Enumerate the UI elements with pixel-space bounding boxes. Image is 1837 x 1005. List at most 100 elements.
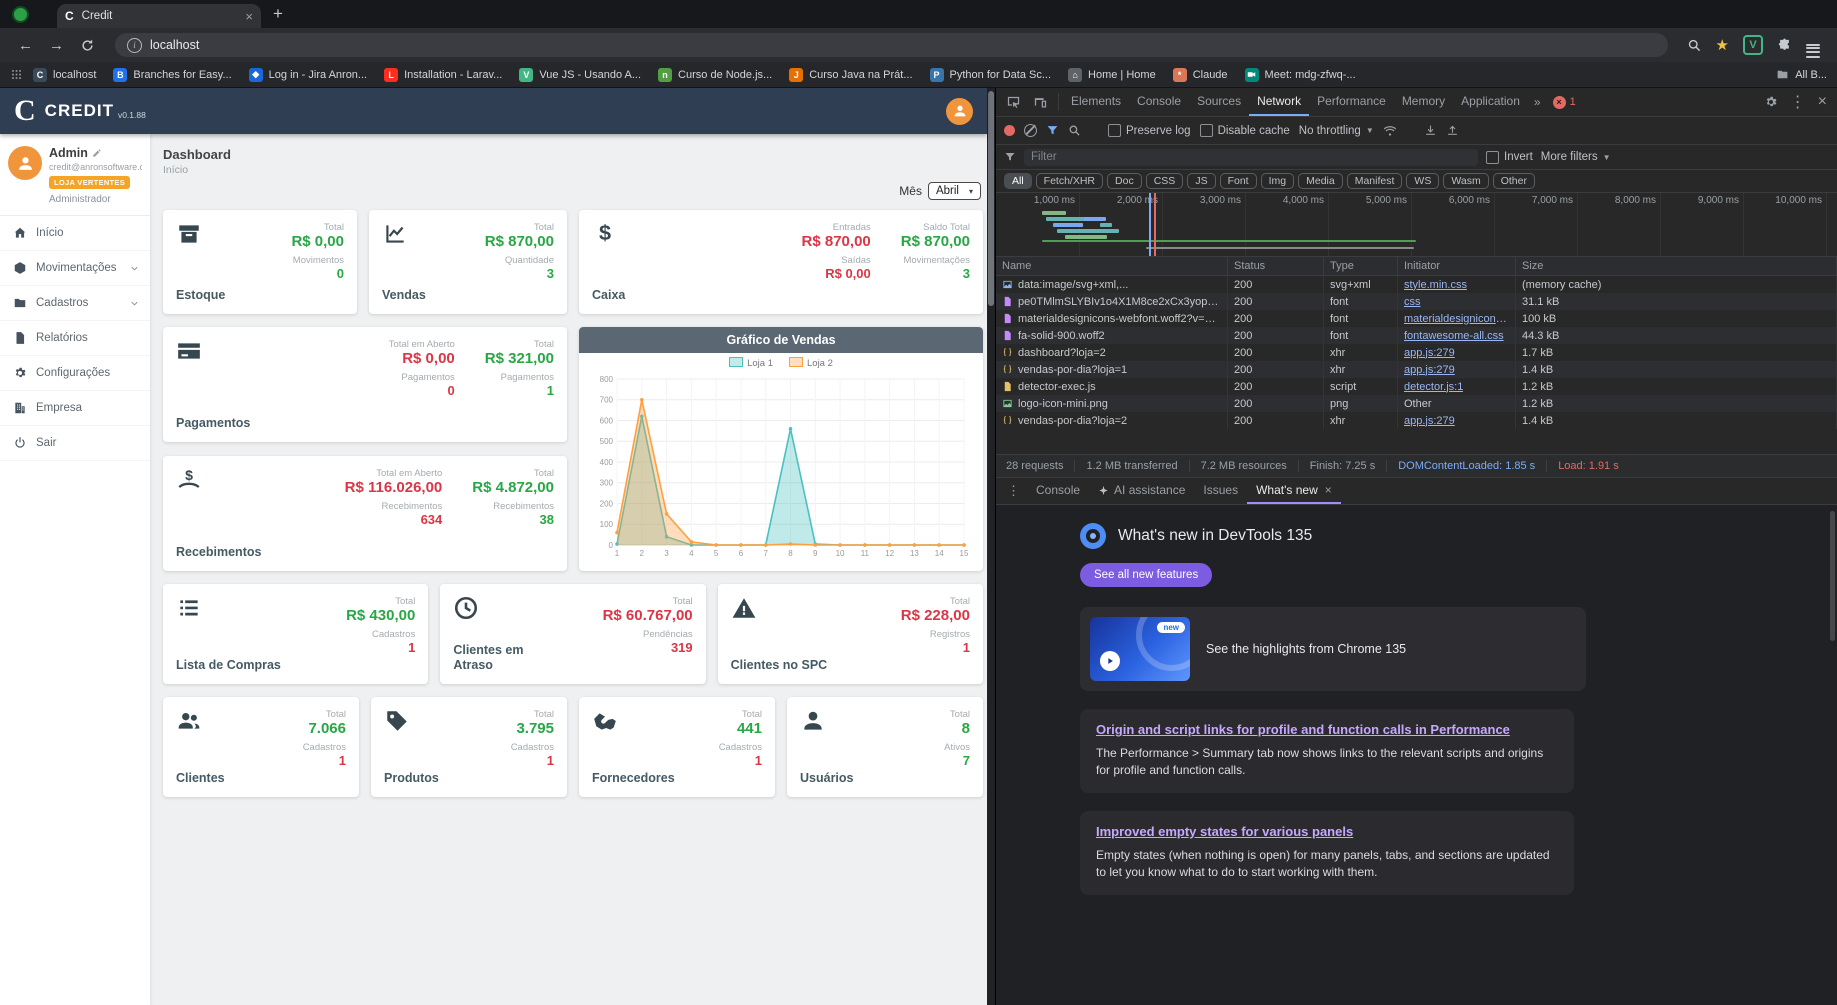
invert-checkbox[interactable]: Invert	[1486, 150, 1533, 164]
edit-pencil-icon[interactable]	[92, 148, 102, 158]
inspect-element-icon[interactable]	[1000, 88, 1027, 116]
filter-chip-fetch-xhr[interactable]: Fetch/XHR	[1035, 173, 1104, 189]
request-initiator[interactable]: style.min.css	[1404, 279, 1467, 291]
network-request-row[interactable]: pe0TMlmSLYBIv1o4X1M8ce2xCx3yop4tQ... 200 f…	[996, 293, 1837, 310]
user-avatar[interactable]	[946, 97, 973, 125]
address-bar[interactable]: i localhost	[115, 33, 1668, 57]
request-initiator[interactable]: detector.js:1	[1404, 381, 1463, 393]
devtools-tab-network[interactable]: Network	[1249, 88, 1310, 116]
search-icon[interactable]	[1687, 38, 1702, 53]
devtools-tab-performance[interactable]: Performance	[1309, 88, 1394, 116]
bookmark-installation-larav[interactable]: L Installation - Larav...	[384, 67, 502, 82]
column-header-name[interactable]: Name	[996, 257, 1228, 275]
bookmark-curso-de-node-js[interactable]: n Curso de Node.js...	[658, 67, 772, 82]
browser-tab-credit[interactable]: C Credit ×	[57, 4, 261, 28]
filter-chip-ws[interactable]: WS	[1406, 173, 1440, 189]
drawer-tab-issues[interactable]: Issues	[1194, 478, 1247, 504]
bookmark-claude[interactable]: * Claude	[1172, 67, 1228, 82]
network-search-icon[interactable]	[1068, 124, 1081, 137]
error-badge[interactable]: × 1	[1547, 88, 1582, 116]
column-header-initiator[interactable]: Initiator	[1398, 257, 1516, 275]
tab-close-icon[interactable]: ×	[245, 9, 253, 24]
new-tab-button[interactable]: +	[273, 4, 283, 24]
column-header-type[interactable]: Type	[1324, 257, 1398, 275]
profile-avatar[interactable]	[8, 146, 42, 180]
highlight-card[interactable]: new See the highlights from Chrome 135	[1080, 607, 1586, 691]
request-initiator[interactable]: app.js:279	[1404, 347, 1455, 359]
devtools-menu-icon[interactable]: ⋮	[1784, 88, 1812, 116]
network-request-row[interactable]: fa-solid-900.woff2 200 font fontawesome-all…	[996, 327, 1837, 344]
record-button[interactable]	[1004, 125, 1015, 136]
request-initiator[interactable]: app.js:279	[1404, 415, 1455, 427]
filter-chip-other[interactable]: Other	[1492, 173, 1535, 189]
bookmark-star-icon[interactable]: ★	[1716, 36, 1729, 54]
more-filters-button[interactable]: More filters ▼	[1541, 151, 1611, 163]
bookmark-log-in-jira-anron[interactable]: ◆ Log in - Jira Anron...	[248, 67, 367, 82]
throttling-select[interactable]: No throttling ▼	[1299, 125, 1374, 137]
export-har-icon[interactable]	[1446, 124, 1459, 137]
drawer-tab-ai-assistance[interactable]: AI assistance	[1089, 478, 1194, 504]
sidebar-item-movimentacoes[interactable]: Movimentações	[0, 251, 150, 286]
devtools-close-icon[interactable]: ×	[1812, 88, 1833, 116]
filter-chip-doc[interactable]: Doc	[1107, 173, 1142, 189]
highlight-thumbnail[interactable]: new	[1090, 617, 1190, 681]
sidebar-item-empresa[interactable]: Empresa	[0, 391, 150, 426]
request-initiator[interactable]: app.js:279	[1404, 364, 1455, 376]
bookmark-vue-js-usando-a[interactable]: V Vue JS - Usando A...	[519, 67, 641, 82]
scrollbar-thumb[interactable]	[988, 91, 994, 306]
legend-item[interactable]: Loja 2	[789, 357, 833, 369]
filter-chip-css[interactable]: CSS	[1145, 173, 1184, 189]
network-request-row[interactable]: vendas-por-dia?loja=1 200 xhr app.js:279 1.4…	[996, 361, 1837, 378]
sidebar-item-sair[interactable]: Sair	[0, 426, 150, 461]
filter-chip-js[interactable]: JS	[1187, 173, 1216, 189]
devtools-tab-memory[interactable]: Memory	[1394, 88, 1453, 116]
page-scrollbar[interactable]	[987, 88, 995, 1005]
devtools-tab-elements[interactable]: Elements	[1063, 88, 1129, 116]
drawer-tab-close-icon[interactable]: ×	[1325, 483, 1332, 497]
clear-icon[interactable]	[1024, 124, 1037, 137]
all-bookmarks-button[interactable]: All B...	[1776, 68, 1827, 81]
back-button[interactable]: ←	[18, 37, 33, 54]
drawer-menu-icon[interactable]: ⋮	[1000, 478, 1027, 504]
filter-chip-font[interactable]: Font	[1219, 173, 1257, 189]
bookmark-localhost[interactable]: Clocalhost	[33, 67, 96, 82]
apps-grid-icon[interactable]	[10, 68, 23, 81]
more-tabs-icon[interactable]: »	[1528, 88, 1547, 116]
request-initiator[interactable]: fontawesome-all.css	[1404, 330, 1504, 342]
network-overview-timeline[interactable]: 1,000 ms 2,000 ms 3,000 ms 4,000 ms 5,000 ms…	[996, 193, 1837, 257]
filter-toggle-icon[interactable]	[1046, 124, 1059, 137]
devtools-tab-application[interactable]: Application	[1453, 88, 1528, 116]
filter-chip-all[interactable]: All	[1004, 173, 1032, 189]
devtools-tab-sources[interactable]: Sources	[1189, 88, 1249, 116]
network-request-row[interactable]: detector-exec.js 200 script detector.js:1 1.…	[996, 378, 1837, 395]
sidebar-item-relatorios[interactable]: Relatórios	[0, 321, 150, 356]
filter-input[interactable]	[1024, 148, 1478, 166]
reload-button[interactable]	[80, 38, 95, 53]
import-har-icon[interactable]	[1424, 124, 1437, 137]
network-conditions-icon[interactable]	[1383, 124, 1397, 138]
bookmark-branches-for-easy[interactable]: B Branches for Easy...	[113, 67, 232, 82]
column-header-status[interactable]: Status	[1228, 257, 1324, 275]
filter-chip-media[interactable]: Media	[1298, 173, 1343, 189]
legend-item[interactable]: Loja 1	[729, 357, 773, 369]
network-request-row[interactable]: vendas-por-dia?loja=2 200 xhr app.js:279 1.4…	[996, 412, 1837, 429]
filter-chip-wasm[interactable]: Wasm	[1443, 173, 1489, 189]
bookmark-meet-mdg-zfwq[interactable]: Meet: mdg-zfwq-...	[1244, 67, 1356, 82]
bookmark-home-home[interactable]: ⌂ Home | Home	[1068, 67, 1156, 82]
section-title-link[interactable]: Origin and script links for profile and …	[1096, 722, 1558, 737]
filter-chip-img[interactable]: Img	[1260, 173, 1295, 189]
preserve-log-checkbox[interactable]: Preserve log	[1108, 124, 1191, 137]
network-request-row[interactable]: materialdesignicons-webfont.woff2?v=1.8.…	[996, 310, 1837, 327]
forward-button[interactable]: →	[49, 37, 64, 54]
site-info-icon[interactable]: i	[127, 37, 142, 53]
request-initiator[interactable]: css	[1404, 296, 1421, 308]
vue-devtools-icon[interactable]: V	[1743, 35, 1763, 55]
bookmark-python-for-data-sc[interactable]: P Python for Data Sc...	[929, 67, 1051, 82]
network-request-row[interactable]: dashboard?loja=2 200 xhr app.js:279 1.7 kB	[996, 344, 1837, 361]
extensions-icon[interactable]	[1777, 38, 1792, 53]
sidebar-item-configuracoes[interactable]: Configurações	[0, 356, 150, 391]
settings-gear-icon[interactable]	[1758, 88, 1784, 116]
browser-menu-icon[interactable]	[1806, 42, 1820, 58]
column-header-size[interactable]: Size	[1516, 257, 1837, 275]
drawer-scrollbar[interactable]	[1830, 511, 1835, 641]
